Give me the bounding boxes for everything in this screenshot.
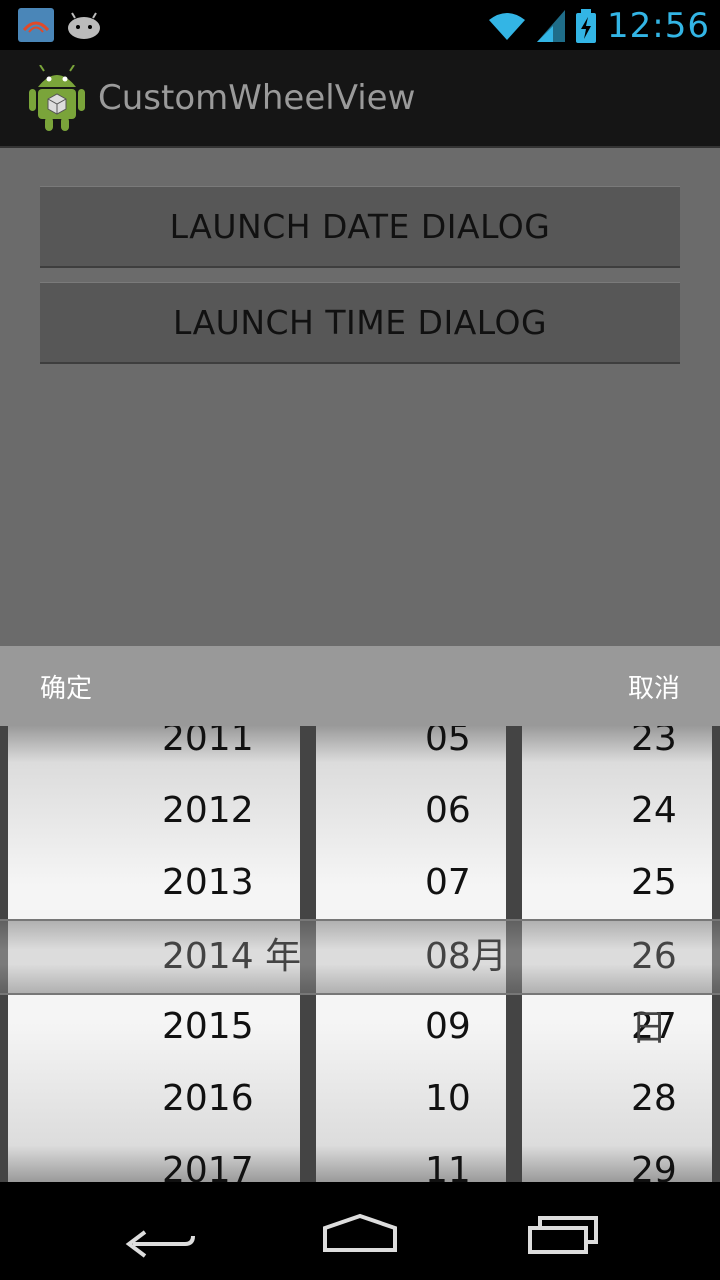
selection-highlight: 2014 年 08月 26 日	[0, 919, 720, 1049]
battery-charging-icon	[576, 9, 597, 43]
month-option[interactable]: 06	[316, 775, 506, 847]
wifi-icon	[489, 13, 526, 40]
selected-month: 08月	[425, 936, 507, 977]
launch-time-dialog-button[interactable]: LAUNCH TIME DIALOG	[40, 282, 680, 364]
launch-date-dialog-button[interactable]: LAUNCH DATE DIALOG	[40, 186, 680, 268]
home-icon[interactable]	[315, 1204, 405, 1260]
year-option[interactable]: 2012	[8, 775, 300, 847]
year-option[interactable]: 2013	[8, 847, 300, 919]
cancel-button[interactable]: 取消	[628, 668, 680, 705]
day-option[interactable]: 28	[522, 1063, 712, 1135]
day-option[interactable]: 29	[522, 1135, 712, 1182]
month-option[interactable]: 09	[316, 991, 506, 1063]
dialog-header: 确定 取消	[0, 646, 720, 726]
year-option[interactable]: 2015	[8, 991, 300, 1063]
confirm-button[interactable]: 确定	[40, 668, 92, 705]
year-option[interactable]: 2016	[8, 1063, 300, 1135]
status-bar: 12:56	[0, 0, 720, 50]
day-option[interactable]: 25	[522, 847, 712, 919]
notification-app-icon	[18, 8, 54, 42]
action-bar: CustomWheelView	[0, 50, 720, 148]
recent-apps-icon[interactable]	[518, 1204, 608, 1260]
android-app-icon	[28, 64, 86, 131]
day-option[interactable]: 24	[522, 775, 712, 847]
day-option[interactable]: 27	[522, 991, 712, 1063]
day-option[interactable]: 23	[522, 726, 712, 775]
clock: 12:56	[607, 6, 710, 46]
month-option[interactable]: 05	[316, 726, 506, 775]
year-option[interactable]: 2017	[8, 1135, 300, 1182]
selected-year: 2014 年	[162, 936, 302, 977]
date-wheel-picker: 2011 2012 2013 2015 2016 2017 05 06 07 09 10 11 23…	[0, 726, 720, 1182]
main-content: LAUNCH DATE DIALOG LAUNCH TIME DIALOG	[0, 148, 720, 646]
month-option[interactable]: 11	[316, 1135, 506, 1182]
app-title: CustomWheelView	[98, 78, 416, 118]
back-icon[interactable]	[115, 1204, 205, 1260]
signal-icon	[537, 10, 566, 42]
navigation-bar	[0, 1182, 720, 1280]
year-option[interactable]: 2011	[8, 726, 300, 775]
month-option[interactable]: 07	[316, 847, 506, 919]
android-debug-icon	[66, 8, 102, 42]
selected-day: 26 日	[631, 936, 677, 1049]
month-option[interactable]: 10	[316, 1063, 506, 1135]
